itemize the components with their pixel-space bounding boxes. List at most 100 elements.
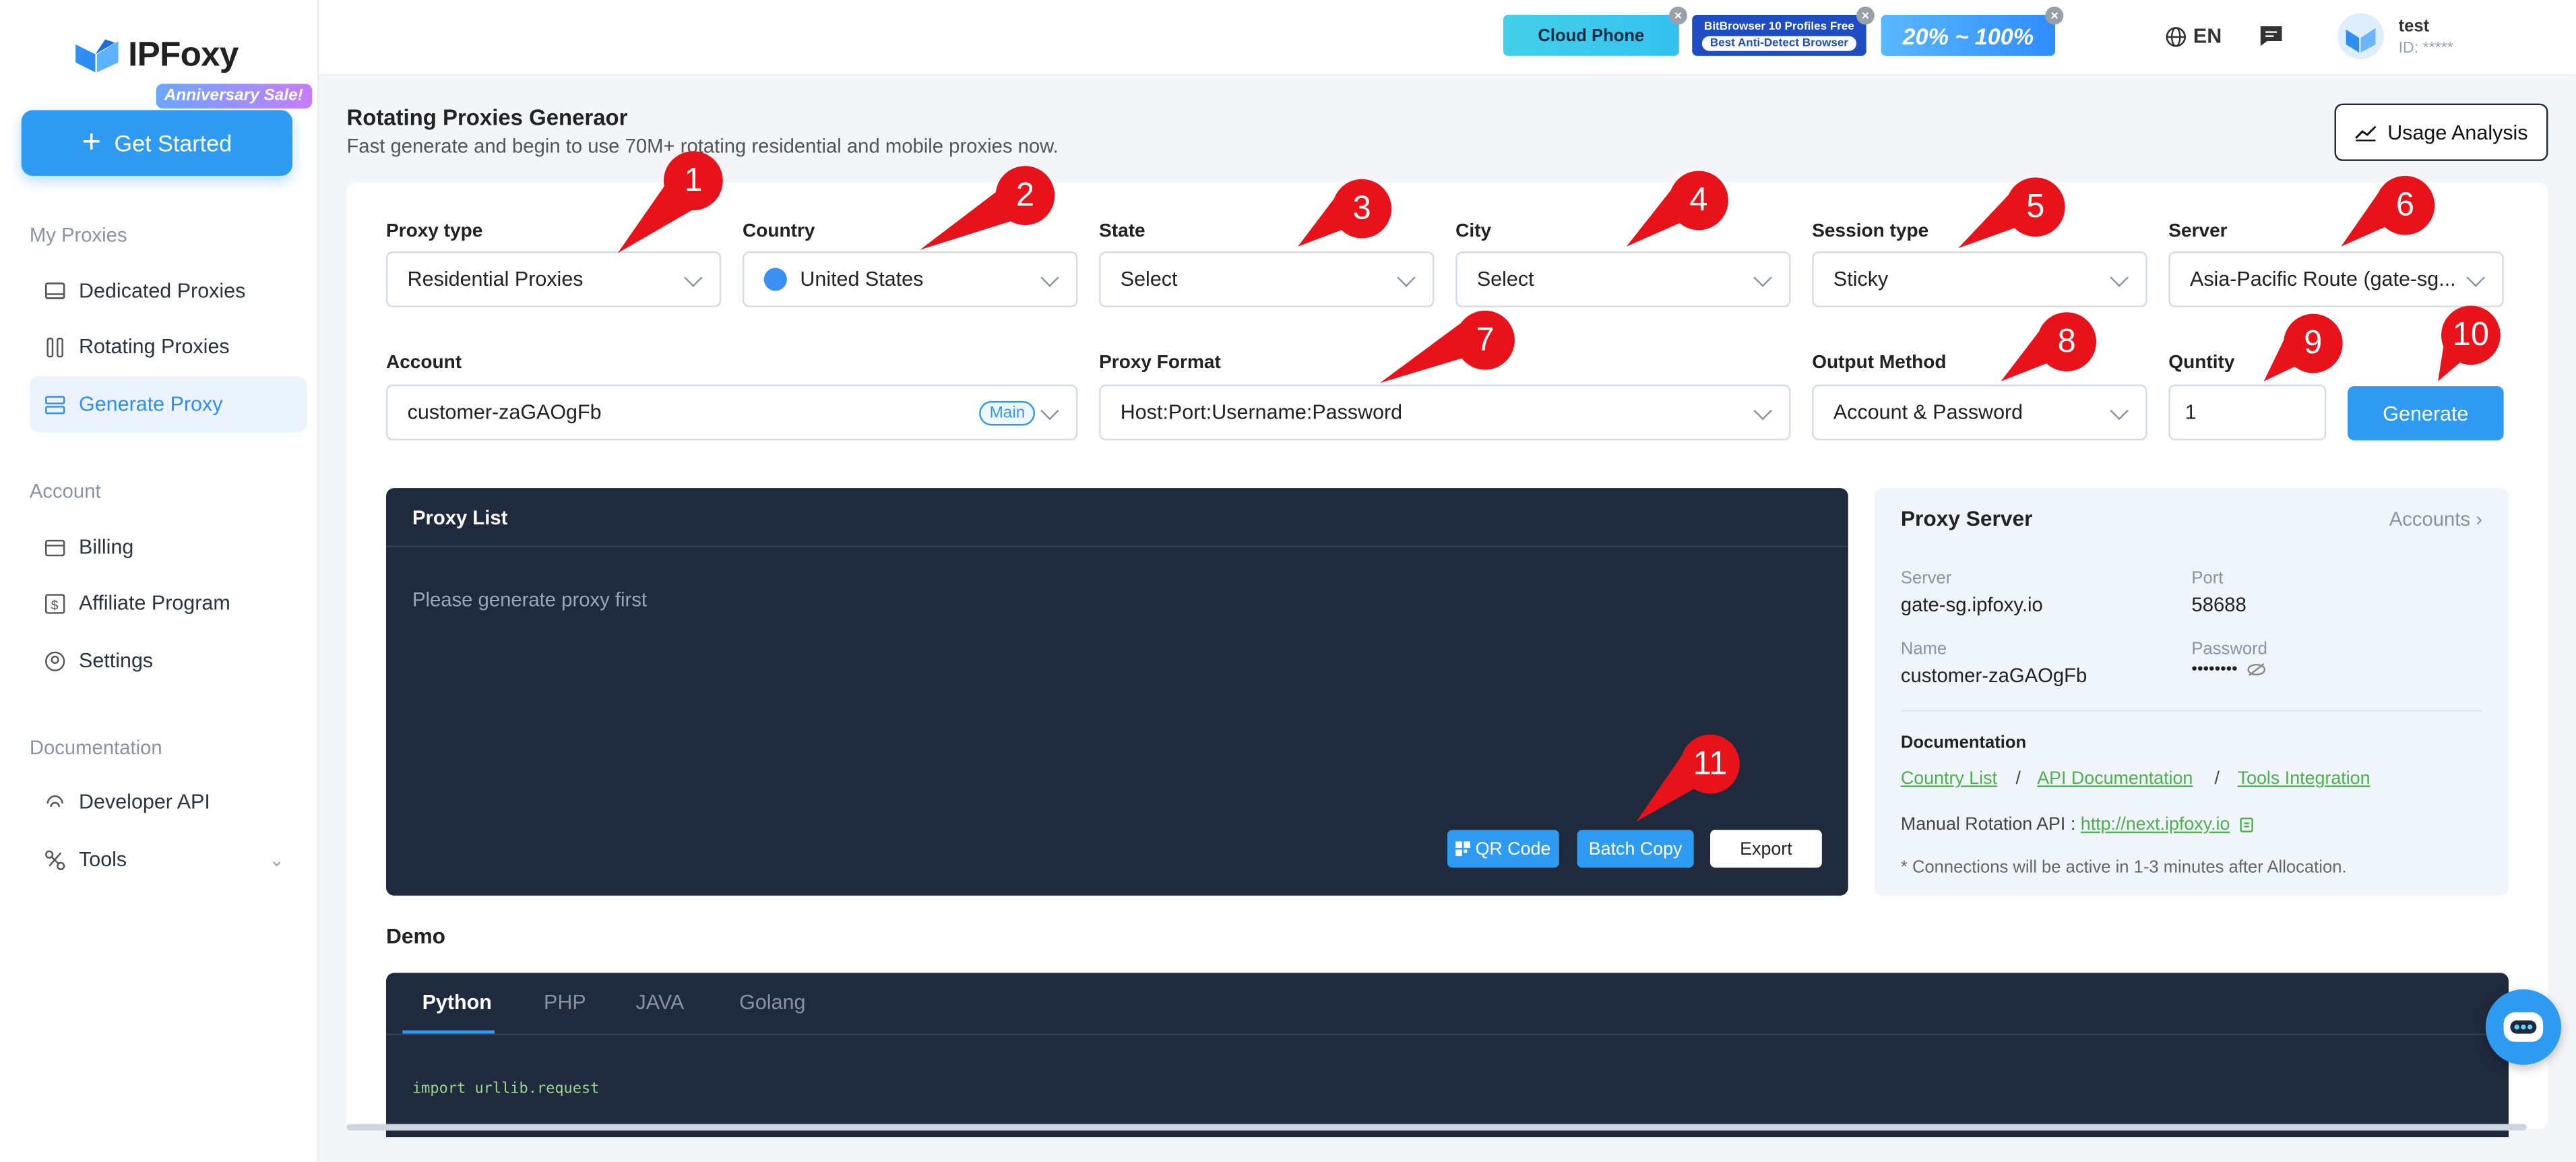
sidebar-item-rotating-proxies[interactable]: Rotating Proxies [30,319,307,375]
sidebar-item-label: Rotating Proxies [79,335,230,359]
sidebar-item-tools[interactable]: Tools ⌄ [30,832,307,888]
section-my-proxies: My Proxies [29,223,127,247]
demo-title: Demo [385,923,446,948]
bitbrowser-banner[interactable]: BitBrowser 10 Profiles Free Best Anti-De… [1692,6,1875,56]
bitbrowser-title: BitBrowser 10 Profiles Free [1703,21,1854,33]
port-value: 58688 [2191,593,2247,617]
country-list-link[interactable]: Country List [1901,769,1997,789]
server-value: gate-sg.ipfoxy.io [1900,593,2043,617]
sidebar-item-label: Generate Proxy [79,392,223,416]
account-value: customer-zaGAOgFb [407,400,602,425]
copy-icon[interactable] [2240,817,2255,833]
account-label: Account [385,353,462,373]
chat-support-button[interactable] [2485,989,2561,1065]
export-button[interactable]: Export [1710,830,1822,868]
sidebar-item-generate-proxy[interactable]: Generate Proxy [29,376,307,433]
get-started-button[interactable]: + Get Started [21,110,292,176]
section-documentation: Documentation [29,736,162,760]
account-select[interactable]: customer-zaGAOgFb Main [385,384,1078,441]
tab-java[interactable]: JAVA [636,991,685,1014]
batch-copy-button[interactable]: Batch Copy [1577,830,1694,868]
connection-note: * Connections will be active in 1-3 minu… [1900,857,2347,878]
output-method-select[interactable]: Account & Password [1812,384,2147,441]
documentation-title: Documentation [1900,733,2027,753]
language-switcher[interactable]: EN [2165,25,2222,48]
state-select[interactable]: Select [1099,251,1435,307]
tools-icon [45,849,65,869]
server-label: Server [2168,222,2228,242]
promo-banner[interactable]: 20% ~ 100% × [1881,6,2064,56]
session-type-select[interactable]: Sticky [1812,251,2147,307]
annotation-marker-5: 5 [2005,177,2065,237]
server-select[interactable]: Asia-Pacific Route (gate-sg... [2168,251,2504,307]
usage-analysis-button[interactable]: Usage Analysis [2334,103,2548,161]
sidebar-item-billing[interactable]: Billing [30,519,307,575]
quantity-input[interactable]: 1 [2168,384,2327,441]
globe-icon [2166,26,2187,47]
qr-code-icon [1455,841,1471,857]
proxy-format-select[interactable]: Host:Port:Username:Password [1099,384,1791,441]
generate-button[interactable]: Generate [2348,386,2504,441]
close-icon[interactable]: × [2045,6,2064,25]
tab-golang[interactable]: Golang [739,991,805,1014]
sidebar-item-label: Dedicated Proxies [79,279,246,303]
eye-off-icon[interactable] [2247,662,2265,677]
avatar[interactable] [2337,13,2384,59]
proxy-type-select[interactable]: Residential Proxies [385,251,722,307]
tab-php[interactable]: PHP [544,991,586,1014]
tools-integration-link[interactable]: Tools Integration [2238,769,2370,789]
close-icon[interactable]: × [1669,6,1687,25]
divider [385,1033,2509,1036]
plus-icon: + [82,125,102,161]
sliders-icon [46,336,63,357]
sidebar: IPFoxy Anniversary Sale! + Get Started M… [0,0,319,1162]
sidebar-item-label: Settings [79,649,154,673]
proxy-list-empty-text: Please generate proxy first [412,588,648,611]
dollar-box-icon: $ [45,593,65,613]
session-type-value: Sticky [1833,268,1889,291]
app-root: IPFoxy Anniversary Sale! + Get Started M… [0,0,2576,1162]
sidebar-item-dedicated-proxies[interactable]: Dedicated Proxies [30,263,307,319]
output-method-label: Output Method [1812,353,1947,373]
proxy-list-panel: Proxy List Please generate proxy first Q… [385,488,1848,896]
tab-python[interactable]: Python [422,991,492,1014]
city-select[interactable]: Select [1455,251,1791,307]
anniversary-sale-badge[interactable]: Anniversary Sale! [156,84,312,109]
qr-code-label: QR Code [1475,838,1551,859]
annotation-marker-3: 3 [1332,179,1392,239]
fox-logo-icon [75,39,119,73]
chevron-down-icon [2110,401,2129,421]
separator: / [2214,769,2220,789]
chevron-down-icon [1040,401,1059,421]
cloud-phone-banner[interactable]: Cloud Phone × [1503,6,1687,56]
quantity-label: Quntity [2168,353,2235,373]
sidebar-item-developer-api[interactable]: Developer API [30,774,307,830]
close-icon[interactable]: × [1856,6,1875,25]
horizontal-scrollbar[interactable] [346,1124,2527,1131]
chart-line-icon [2355,125,2377,142]
message-icon[interactable] [2259,25,2284,48]
api-documentation-link[interactable]: API Documentation [2037,769,2193,789]
country-select[interactable]: United States [743,251,1078,307]
sidebar-item-label: Developer API [79,790,210,814]
proxy-type-value: Residential Proxies [407,268,584,291]
user-name: test [2398,16,2430,36]
password-mask: •••••••• [2191,661,2238,679]
manual-rotation-label: Manual Rotation API : [1900,815,2076,835]
sidebar-item-affiliate-program[interactable]: $ Affiliate Program [30,575,307,631]
language-label: EN [2193,24,2222,48]
fox-avatar-icon [2346,28,2376,53]
sidebar-item-settings[interactable]: Settings [30,633,307,689]
chevron-right-icon: › [2476,508,2482,531]
brand-name: IPFoxy [128,36,239,74]
brand-logo[interactable]: IPFoxy [72,36,239,76]
chevron-down-icon [1040,268,1059,287]
accounts-link[interactable]: Accounts › [2389,508,2482,530]
country-value: United States [800,268,924,291]
manual-rotation-url[interactable]: http://next.ipfoxy.io [2081,815,2230,834]
proxy-server-panel: Proxy Server Accounts › Server gate-sg.i… [1874,488,2509,896]
usage-analysis-label: Usage Analysis [2387,121,2528,144]
country-label: Country [743,222,815,242]
qr-code-button[interactable]: QR Code [1447,830,1559,868]
sidebar-item-label: Tools [79,848,127,872]
